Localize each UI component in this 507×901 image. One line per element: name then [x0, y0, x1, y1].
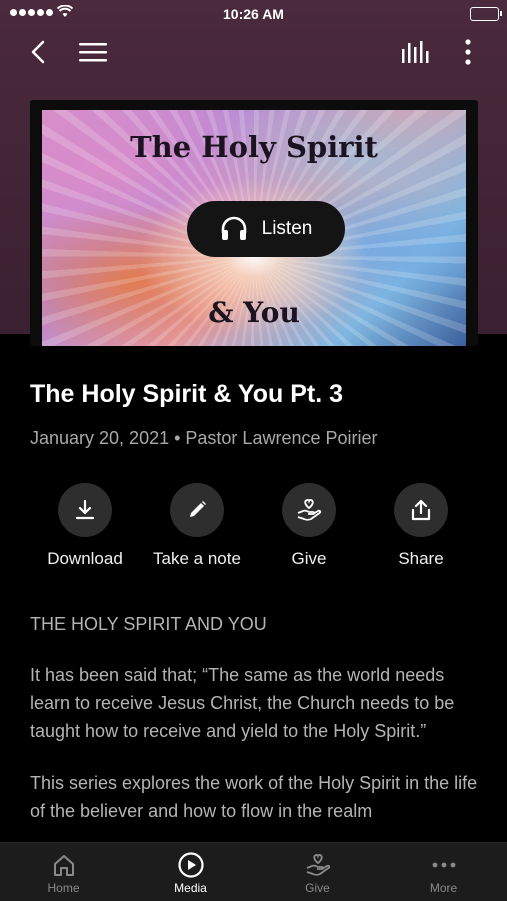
description-heading: THE HOLY SPIRIT AND YOU: [30, 614, 267, 634]
artwork-title: The Holy Spirit: [130, 130, 378, 164]
take-note-button[interactable]: Take a note: [141, 483, 253, 569]
audio-player-button[interactable]: [395, 30, 435, 74]
headphones-icon: [221, 216, 246, 240]
home-icon: [53, 855, 74, 876]
download-icon: [75, 499, 95, 520]
media-meta: January 20, 2021 • Pastor Lawrence Poiri…: [30, 428, 378, 448]
tab-media-label: Media: [174, 881, 207, 895]
give-label: Give: [291, 549, 327, 568]
listen-label: Listen: [261, 218, 313, 239]
media-title: The Holy Spirit & You Pt. 3: [30, 380, 344, 408]
tab-media[interactable]: Media: [127, 843, 254, 901]
description-paragraph: It has been said that; “The same as the …: [30, 665, 455, 741]
give-button[interactable]: Give: [253, 483, 365, 569]
chevron-left-icon: [31, 40, 45, 64]
tab-home-label: Home: [47, 881, 80, 895]
play-circle-icon: [177, 852, 204, 878]
action-row: Download Take a note Give Share: [0, 483, 507, 583]
kebab-icon: [465, 39, 471, 65]
nav-bar: [0, 30, 507, 74]
artwork-subtitle: & You: [208, 296, 300, 329]
tab-more-label: More: [429, 881, 458, 895]
bars-icon: [402, 41, 429, 63]
status-time: 10:26 AM: [223, 6, 284, 22]
tab-give-label: Give: [305, 881, 330, 895]
back-button[interactable]: [18, 30, 58, 74]
battery-icon: [470, 7, 502, 21]
sermon-artwork: The Holy Spirit Listen & You: [42, 110, 466, 346]
tab-more[interactable]: More: [380, 843, 507, 901]
description-paragraph: This series explores the work of the Hol…: [30, 773, 478, 821]
tab-home[interactable]: Home: [0, 843, 127, 901]
hand-heart-icon: [306, 854, 330, 876]
take-note-label: Take a note: [153, 549, 241, 568]
share-label: Share: [398, 549, 444, 568]
share-button[interactable]: Share: [365, 483, 477, 569]
description: THE HOLY SPIRIT AND YOU It has been said…: [30, 610, 480, 849]
tab-give[interactable]: Give: [254, 843, 381, 901]
download-button[interactable]: Download: [29, 483, 141, 569]
status-bar: 10:26 AM: [0, 0, 507, 28]
artwork-frame: The Holy Spirit Listen & You: [30, 100, 478, 346]
tab-bar: Home Media Give More: [0, 842, 507, 901]
hand-heart-icon: [297, 499, 322, 521]
share-icon: [411, 499, 431, 521]
hamburger-icon: [79, 43, 107, 62]
listen-button[interactable]: Listen: [187, 201, 345, 257]
more-options-button[interactable]: [448, 30, 488, 74]
menu-button[interactable]: [73, 30, 113, 74]
more-dots-icon: [432, 862, 455, 868]
pencil-icon: [190, 501, 206, 517]
download-label: Download: [47, 549, 123, 568]
